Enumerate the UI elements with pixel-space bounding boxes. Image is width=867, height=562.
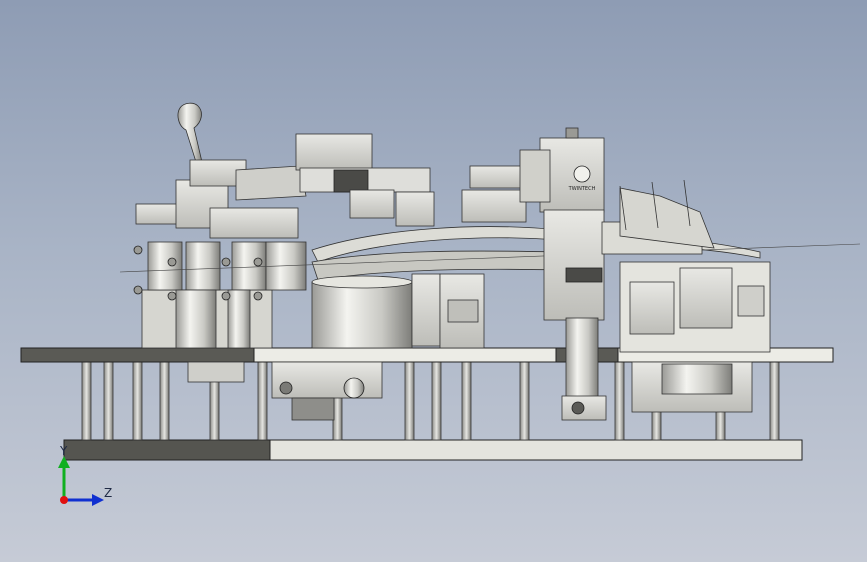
vertical-actuator[interactable]: TWINTECH (519, 127, 607, 421)
brand-mark-text: TWINTECH (568, 186, 596, 192)
center-drum[interactable] (311, 273, 485, 349)
base-plate[interactable] (63, 439, 803, 461)
cad-viewport[interactable]: TWINTECH Y Z (0, 0, 867, 562)
right-gripper-assembly[interactable] (601, 179, 771, 413)
assembly-drawing: TWINTECH Y Z (20, 102, 861, 506)
triad-y-label: Y (59, 444, 68, 458)
triad-x-axis (60, 496, 68, 504)
triad-z-label: Z (104, 486, 112, 500)
lower-cam-block[interactable] (271, 361, 383, 421)
